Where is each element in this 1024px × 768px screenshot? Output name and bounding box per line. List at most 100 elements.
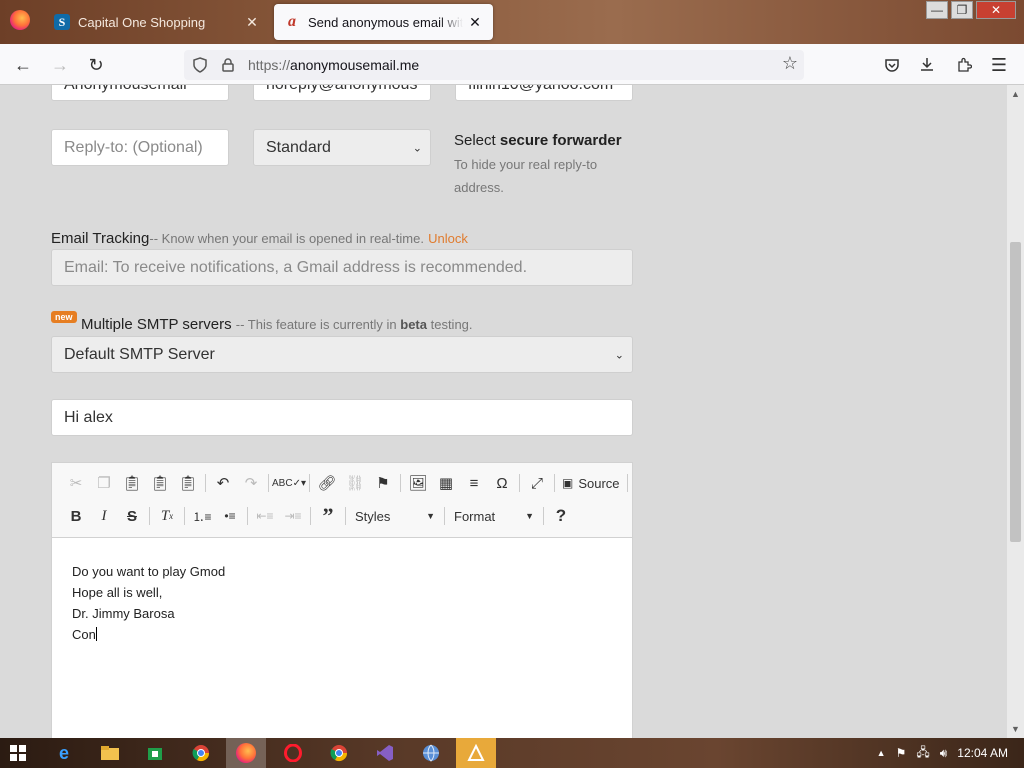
increase-indent-icon[interactable]: ⇥≡ [279, 504, 307, 528]
message-editor: ✂ ❐ 📋︎ 📋︎ 📋︎ ↶ ↷ ABC✓▾ 🔗︎ ⛓︎ ⚑ 🖼︎ ▦ ≡ Ω [51, 462, 633, 738]
tab-anonymous-email[interactable]: a Send anonymous email with the ✕ [274, 4, 493, 40]
minimize-icon[interactable]: — [926, 1, 948, 19]
capital-one-s-icon: S [54, 14, 70, 30]
undo-icon[interactable]: ↶ [209, 471, 237, 495]
spellcheck-icon[interactable]: ABC✓▾ [272, 471, 306, 495]
bulleted-list-icon[interactable]: •≡ [216, 504, 244, 528]
window-controls: — ❐ ✕ [926, 1, 1016, 19]
from-name-input[interactable]: Anonymousemail [51, 85, 229, 101]
styles-dropdown[interactable]: Styles ▼ [349, 505, 441, 527]
clock[interactable]: 12:04 AM [957, 746, 1008, 760]
scroll-up-icon[interactable]: ▲ [1007, 87, 1024, 101]
browser-tab-bar: S Capital One Shopping ✕ a Send anonymou… [0, 0, 1024, 44]
paste-text-icon[interactable]: 📋︎ [146, 471, 174, 495]
restore-icon[interactable]: ❐ [951, 1, 973, 19]
bookmark-star-icon[interactable]: ☆ [782, 53, 798, 74]
toolbar-separator [400, 474, 401, 492]
table-icon[interactable]: ▦ [432, 471, 460, 495]
reload-icon[interactable]: ↻ [83, 52, 109, 78]
help-question-icon[interactable]: ? [547, 504, 575, 528]
format-dropdown[interactable]: Format ▼ [448, 505, 540, 527]
pocket-icon[interactable] [879, 52, 905, 78]
tab-title: Send anonymous email with the [308, 14, 463, 30]
image-icon[interactable]: 🖼︎ [404, 471, 432, 495]
toolbar-separator [310, 507, 311, 525]
smtp-server-select[interactable]: Default SMTP Server ⌄ [51, 336, 633, 373]
close-window-icon[interactable]: ✕ [976, 1, 1016, 19]
from-email-input[interactable]: noreply@anonymous [253, 85, 431, 101]
chrome-icon[interactable] [189, 741, 213, 765]
copy-icon[interactable]: ❐ [90, 471, 118, 495]
anchor-flag-icon[interactable]: ⚑ [369, 471, 397, 495]
internet-explorer-icon[interactable]: e [52, 741, 76, 765]
scrollbar-thumb[interactable] [1010, 242, 1021, 542]
subject-input[interactable]: Hi alex [51, 399, 633, 436]
address-bar[interactable]: https://anonymousemail.me ☆ [184, 50, 804, 80]
tab-capital-one-shopping[interactable]: S Capital One Shopping ✕ [44, 4, 270, 40]
chrome-alt-icon[interactable] [327, 741, 351, 765]
tray-chevron-up-icon[interactable]: ▲ [877, 748, 886, 758]
navigation-toolbar: ← → ↻ https://anonymousemail.me ☆ ☰ [0, 44, 1024, 85]
editor-body[interactable]: Do you want to play Gmod Hope all is wel… [72, 561, 225, 645]
styles-label: Styles [355, 508, 391, 524]
extensions-icon[interactable] [951, 52, 977, 78]
opera-icon[interactable] [281, 741, 305, 765]
reply-to-input[interactable]: Reply-to: (Optional) [51, 129, 229, 166]
unlock-link[interactable]: Unlock [428, 231, 468, 246]
link-icon[interactable]: 🔗︎ [313, 471, 341, 495]
toolbar-separator [309, 474, 310, 492]
bold-icon[interactable]: B [62, 504, 90, 528]
italic-icon[interactable]: I [90, 504, 118, 528]
source-button[interactable]: ▣ Source [558, 476, 624, 491]
unlink-icon[interactable]: ⛓︎ [341, 471, 369, 495]
page-scrollbar[interactable]: ▲ ▼ [1007, 85, 1024, 738]
remove-format-icon[interactable]: Tx [153, 504, 181, 528]
volume-icon[interactable]: 🔊︎ [940, 746, 948, 761]
body-line-current: Con [72, 627, 97, 642]
strikethrough-icon[interactable]: S [118, 504, 146, 528]
hamburger-menu-icon[interactable]: ☰ [986, 52, 1012, 78]
redo-icon[interactable]: ↷ [237, 471, 265, 495]
forward-arrow-icon[interactable]: → [47, 52, 73, 78]
scroll-down-icon[interactable]: ▼ [1007, 722, 1024, 736]
back-arrow-icon[interactable]: ← [10, 52, 36, 78]
action-center-flag-icon[interactable]: ⚑ [896, 746, 907, 760]
to-email-input[interactable]: filhin10@yahoo.com [455, 85, 633, 101]
toolbar-separator [205, 474, 206, 492]
close-tab-icon[interactable]: ✕ [467, 14, 483, 31]
avast-icon[interactable] [456, 738, 496, 768]
paste-word-icon[interactable]: 📋︎ [174, 471, 202, 495]
globe-icon[interactable] [419, 741, 443, 765]
anonymousemail-a-icon: a [288, 13, 296, 30]
source-icon: ▣ [562, 476, 574, 490]
chevron-down-icon: ⌄ [614, 349, 624, 361]
store-icon[interactable] [143, 741, 167, 765]
horizontal-line-icon[interactable]: ≡ [460, 471, 488, 495]
page-content: Anonymousemail noreply@anonymous filhin1… [0, 85, 1007, 738]
close-tab-icon[interactable]: ✕ [244, 14, 260, 31]
paste-icon[interactable]: 📋︎ [118, 471, 146, 495]
forwarder-select[interactable]: Standard ⌄ [253, 129, 431, 166]
toolbar-separator [543, 507, 544, 525]
body-line: Do you want to play Gmod [72, 564, 226, 579]
toolbar-separator [184, 507, 185, 525]
numbered-list-icon[interactable]: ⒈≡ [188, 504, 216, 528]
network-icon[interactable]: 🖧︎ [916, 743, 929, 764]
file-explorer-icon[interactable] [98, 741, 122, 765]
cut-icon[interactable]: ✂ [62, 471, 90, 495]
windows-start-icon[interactable] [6, 741, 30, 765]
shield-icon[interactable] [188, 53, 212, 77]
maximize-icon[interactable]: ⤢ [523, 471, 551, 495]
toolbar-row-2: B I S Tx ⒈≡ •≡ ⇤≡ ⇥≡ ” Styles ▼ Format ▼… [62, 503, 575, 529]
firefox-taskbar-icon[interactable] [226, 738, 266, 768]
special-char-omega-icon[interactable]: Ω [488, 471, 516, 495]
caret-down-icon: ▼ [525, 511, 534, 521]
tracking-email-input[interactable]: Email: To receive notifications, a Gmail… [51, 249, 633, 286]
blockquote-icon[interactable]: ” [314, 503, 342, 528]
tab-title: Capital One Shopping [78, 14, 206, 30]
lock-icon[interactable] [216, 53, 240, 77]
firefox-view-icon[interactable] [10, 10, 30, 30]
downloads-icon[interactable] [914, 52, 940, 78]
visual-studio-icon[interactable] [373, 741, 397, 765]
decrease-indent-icon[interactable]: ⇤≡ [251, 504, 279, 528]
